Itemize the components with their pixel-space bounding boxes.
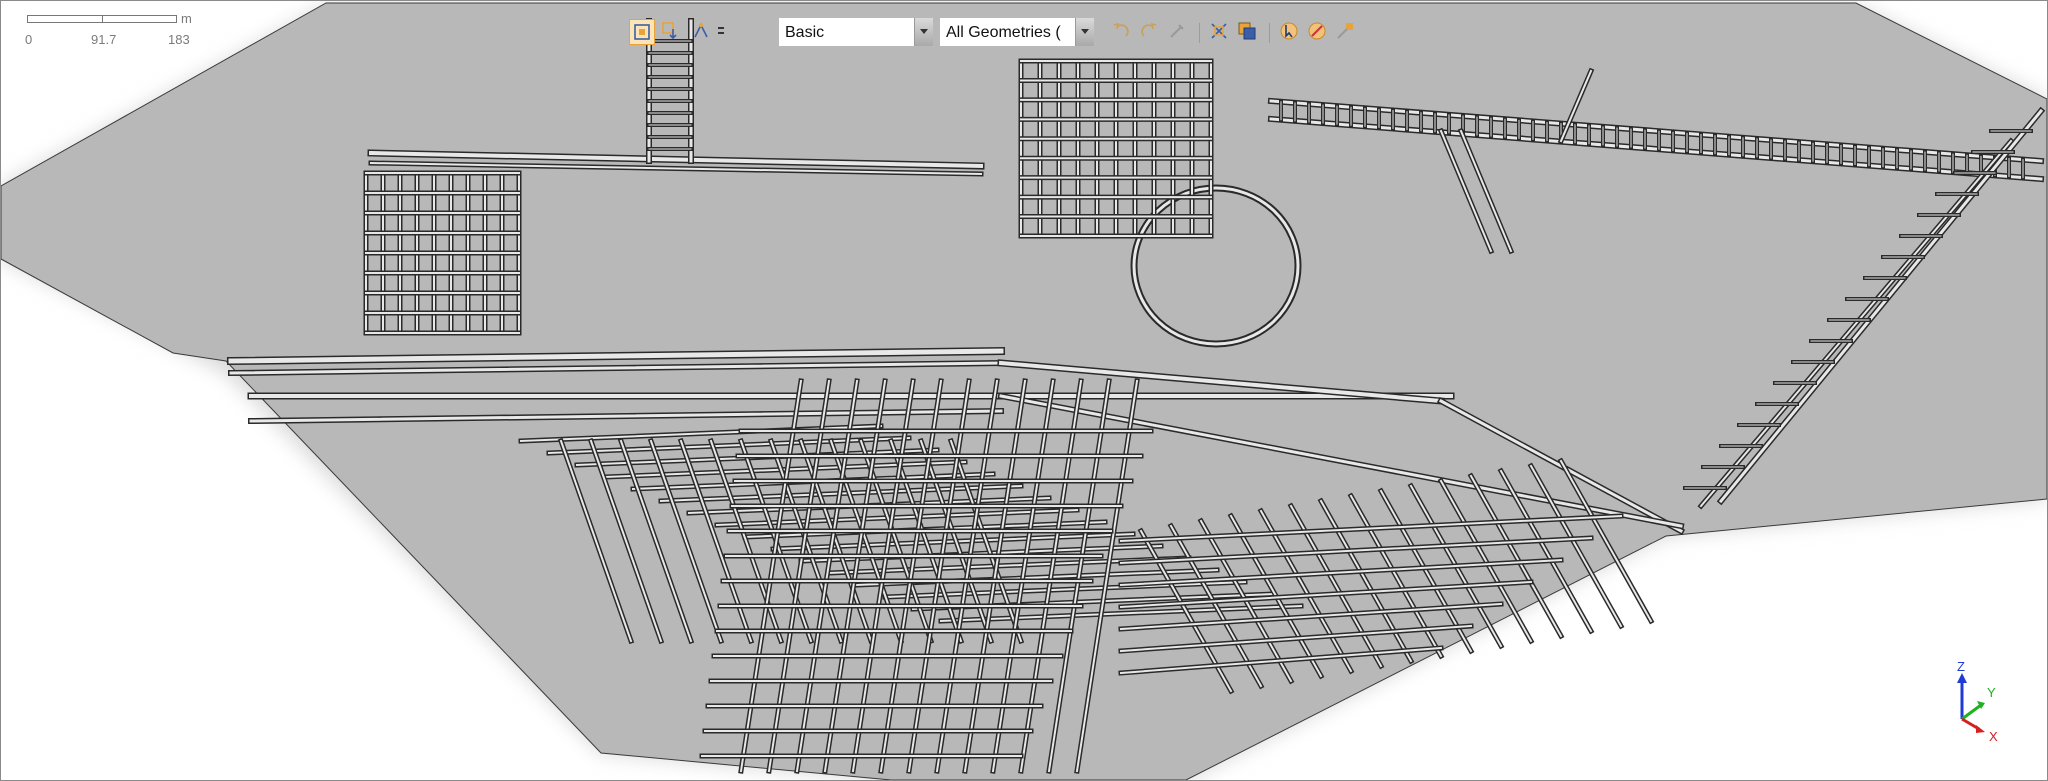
scale-tick-0: 0 (25, 32, 33, 47)
copy-view-icon[interactable] (1235, 19, 1261, 45)
z-axis-label: Z (1957, 659, 1965, 674)
select-arrow-icon[interactable] (1277, 19, 1303, 45)
x-axis-label: X (1989, 729, 1998, 744)
clip-icon[interactable] (1207, 19, 1233, 45)
road-network-map[interactable] (1, 1, 2048, 781)
scale-unit: m (181, 11, 192, 26)
scale-bar-graphic (27, 15, 177, 23)
display-style-combo[interactable]: Basic (778, 17, 934, 47)
y-axis-label: Y (1987, 685, 1996, 700)
geometry-filter-combo[interactable]: All Geometries ( (939, 17, 1095, 47)
chevron-down-icon[interactable] (1075, 18, 1094, 46)
scale-tick-2: 183 (168, 32, 190, 47)
mark-icon[interactable] (1333, 19, 1359, 45)
select-vertex-icon[interactable] (689, 19, 715, 45)
pan-icon[interactable] (659, 19, 685, 45)
view-toolbar: Basic All Geometries ( (629, 15, 1419, 49)
toolbar-separator (1269, 23, 1270, 43)
redo-view-icon[interactable] (1137, 19, 1163, 45)
zoom-extents-icon[interactable] (629, 19, 655, 45)
axis-triad: Z Y X (1945, 659, 2015, 744)
scale-bar: m 0 91.7 183 (25, 11, 225, 51)
geometry-filter-value: All Geometries ( (946, 24, 1061, 41)
y-axis-line (1961, 703, 1982, 721)
toolbar-separator (1199, 23, 1200, 43)
tool-icon[interactable] (1165, 19, 1191, 45)
chevron-down-icon[interactable] (914, 18, 933, 46)
undo-view-icon[interactable] (1109, 19, 1135, 45)
select-cancel-icon[interactable] (1305, 19, 1331, 45)
display-mode-icon[interactable] (715, 19, 725, 45)
scale-tick-1: 91.7 (91, 32, 117, 47)
map-viewport[interactable]: m 0 91.7 183 Basic All Geometries (Z Y … (0, 0, 2048, 781)
display-style-value: Basic (785, 24, 825, 41)
